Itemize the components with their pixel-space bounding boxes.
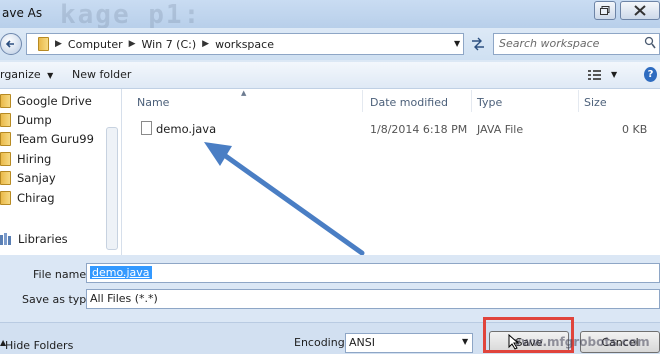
- view-options-button[interactable]: [588, 69, 602, 84]
- search-icon[interactable]: [644, 36, 656, 53]
- save-as-type-value: All Files (*.*): [90, 292, 158, 305]
- nav-item-libraries[interactable]: Libraries: [0, 232, 68, 246]
- chevron-down-icon: ▼: [47, 71, 54, 80]
- title-ghost-text: kage p1:: [60, 0, 202, 30]
- close-icon: [634, 5, 646, 16]
- nav-scrollbar[interactable]: [106, 127, 118, 250]
- help-icon[interactable]: ?: [644, 67, 657, 82]
- encoding-label: Encoding:: [294, 336, 349, 349]
- back-arrow-icon: [5, 40, 14, 48]
- nav-item-label: Google Drive: [17, 94, 92, 108]
- file-list-pane: [122, 89, 660, 255]
- back-button[interactable]: [0, 33, 22, 55]
- breadcrumb-drive[interactable]: Win 7 (C:): [142, 38, 197, 51]
- chevron-down-icon[interactable]: ▼: [462, 337, 468, 346]
- column-header-date[interactable]: Date modified: [370, 96, 448, 109]
- chevron-right-icon[interactable]: ▶: [55, 39, 62, 49]
- window-title: ave As: [2, 6, 43, 20]
- nav-item-label: Dump: [17, 113, 52, 127]
- nav-item-label: Team Guru99: [17, 132, 94, 146]
- nav-item-label: Hiring: [17, 152, 52, 166]
- file-date: 1/8/2014 6:18 PM: [370, 123, 468, 136]
- refresh-button[interactable]: [470, 37, 486, 54]
- chevron-right-icon[interactable]: ▶: [202, 39, 209, 49]
- chevron-down-icon[interactable]: ▼: [611, 70, 617, 79]
- nav-item-label: Chirag: [17, 191, 55, 205]
- nav-item-label: Sanjay: [17, 171, 56, 185]
- organize-label: rganize: [0, 68, 41, 81]
- libraries-icon: [0, 233, 11, 245]
- nav-item-dump[interactable]: Dump: [0, 113, 52, 127]
- column-header-type[interactable]: Type: [477, 96, 502, 109]
- folder-icon: [38, 37, 49, 51]
- chevron-right-icon[interactable]: ▶: [129, 39, 136, 49]
- nav-item-sanjay[interactable]: Sanjay: [0, 171, 56, 185]
- file-type: JAVA File: [477, 123, 524, 136]
- chevron-down-icon[interactable]: ▼: [454, 39, 460, 48]
- column-header-size[interactable]: Size: [584, 96, 607, 109]
- nav-item-chirag[interactable]: Chirag: [0, 191, 55, 205]
- file-name-value[interactable]: demo.java: [90, 266, 152, 279]
- folder-icon: [0, 94, 11, 108]
- hide-folders-button[interactable]: Hide Folders: [5, 339, 73, 352]
- column-header-name[interactable]: Name: [137, 96, 169, 109]
- nav-item-google-drive[interactable]: Google Drive: [0, 94, 92, 108]
- new-folder-button[interactable]: New folder: [72, 68, 131, 81]
- save-as-type-select[interactable]: [86, 289, 660, 309]
- restore-button[interactable]: [594, 1, 616, 20]
- breadcrumb: ▶ Computer ▶ Win 7 (C:) ▶ workspace: [38, 37, 274, 51]
- folder-icon: [0, 191, 11, 205]
- close-button[interactable]: [620, 1, 660, 20]
- nav-item-label: Libraries: [18, 232, 68, 246]
- folder-icon: [0, 152, 11, 166]
- breadcrumb-workspace[interactable]: workspace: [215, 38, 274, 51]
- nav-item-hiring[interactable]: Hiring: [0, 152, 51, 166]
- encoding-value: ANSI: [349, 336, 375, 349]
- column-divider[interactable]: [471, 90, 472, 112]
- file-name-label: File name:: [33, 268, 90, 281]
- file-name-field[interactable]: [86, 263, 660, 283]
- file-size: 0 KB: [622, 123, 648, 136]
- file-icon: [141, 121, 152, 135]
- folder-icon: [0, 113, 11, 127]
- folder-icon: [0, 171, 11, 185]
- sort-indicator-icon: ▲: [241, 89, 247, 97]
- folder-icon: [0, 132, 11, 146]
- breadcrumb-computer[interactable]: Computer: [68, 38, 123, 51]
- organize-button[interactable]: rganize ▼: [0, 68, 53, 81]
- column-divider[interactable]: [362, 90, 363, 112]
- view-list-icon: [588, 70, 601, 80]
- column-divider[interactable]: [578, 90, 579, 112]
- restore-icon: [600, 6, 610, 15]
- nav-item-team-guru99[interactable]: Team Guru99: [0, 132, 94, 146]
- refresh-icon: [472, 37, 484, 51]
- watermark: www.mfgrobots.com: [510, 335, 650, 349]
- file-name[interactable]: demo.java: [156, 122, 216, 136]
- mouse-cursor-icon: [508, 334, 520, 350]
- search-placeholder: Search workspace: [499, 37, 600, 50]
